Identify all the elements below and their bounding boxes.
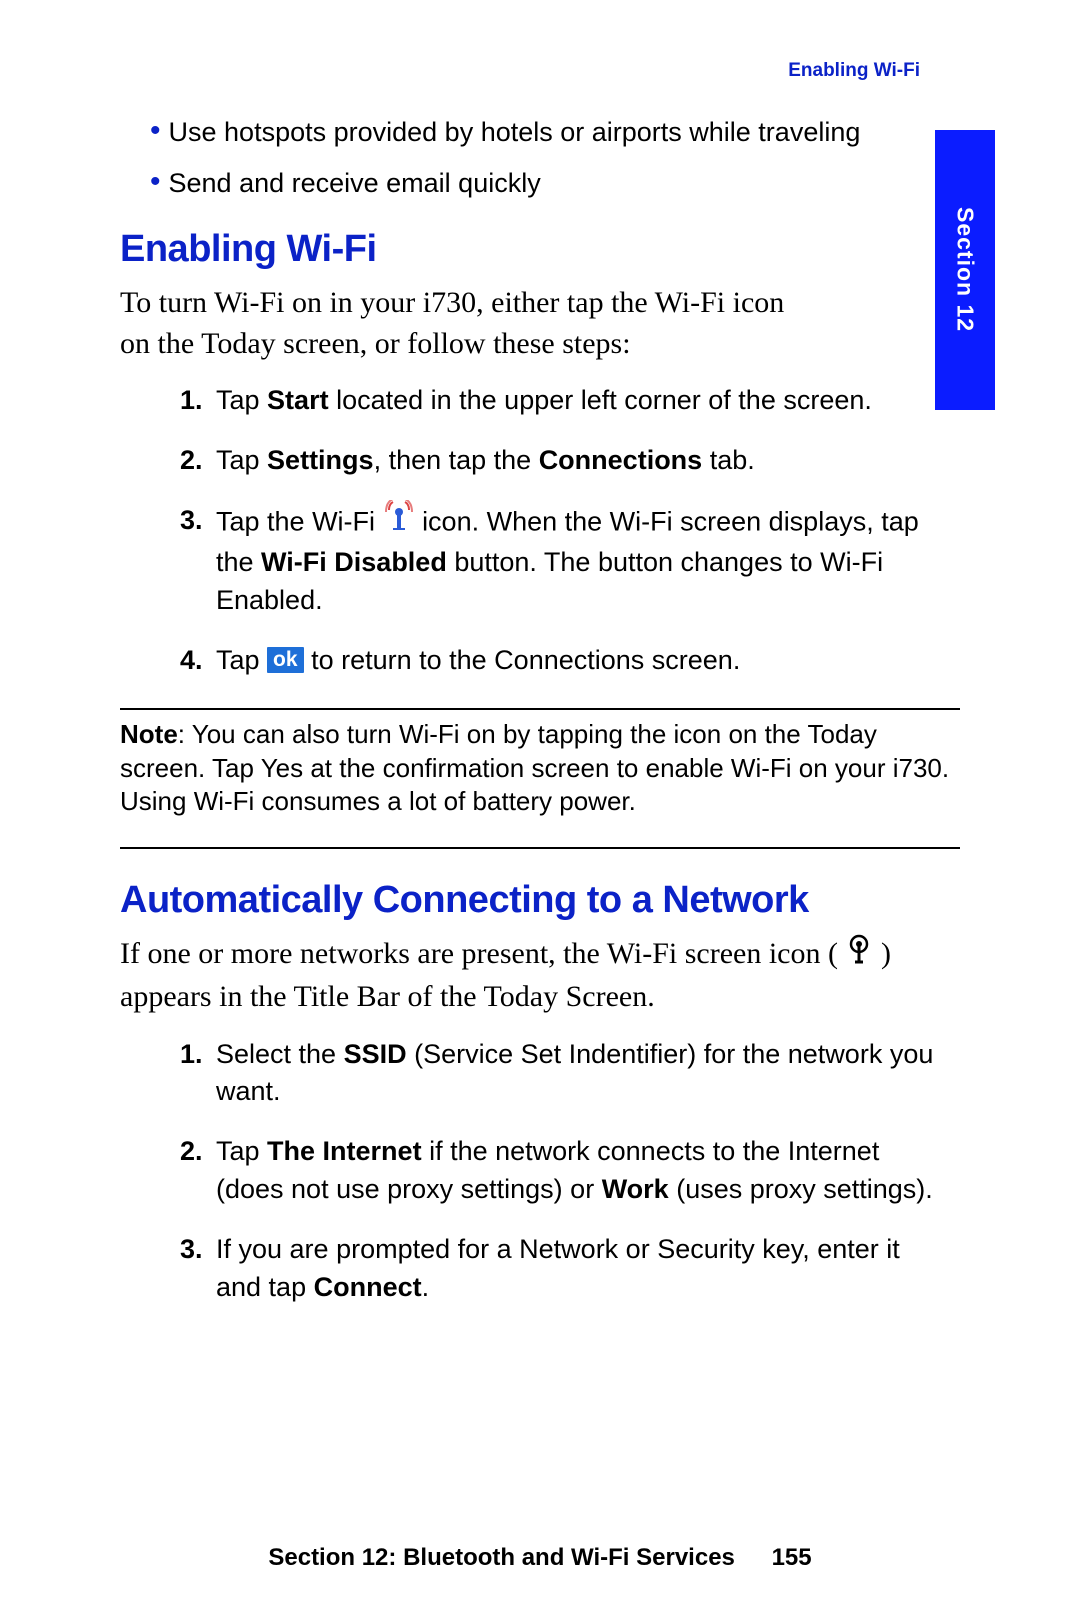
text: Tap xyxy=(216,645,267,675)
bullet-text: Use hotspots provided by hotels or airpo… xyxy=(169,112,861,153)
step-1: Select the SSID (Service Set Indentifier… xyxy=(180,1036,950,1112)
bold-text: Wi-Fi Disabled xyxy=(261,547,447,577)
bullet-icon: • xyxy=(150,116,161,146)
steps-auto-connect: Select the SSID (Service Set Indentifier… xyxy=(180,1036,960,1307)
step-3: Tap the Wi-Fi icon. When the Wi-Fi scree… xyxy=(180,502,950,620)
text: Tap the Wi-Fi xyxy=(216,506,383,536)
text: Tap xyxy=(216,385,267,415)
text: Tap xyxy=(216,1136,267,1166)
text: Tap xyxy=(216,445,267,475)
ok-badge-icon: ok xyxy=(267,647,304,673)
wifi-antenna-icon xyxy=(383,500,415,543)
intro-paragraph-2: If one or more networks are present, the… xyxy=(120,934,960,1017)
bold-text: Connect xyxy=(314,1272,422,1302)
section-tab: Section 12 xyxy=(935,130,995,410)
text: Select the xyxy=(216,1039,344,1069)
step-2: Tap Settings, then tap the Connections t… xyxy=(180,442,950,480)
bullet-text: Send and receive email quickly xyxy=(169,163,541,204)
text: , then tap the xyxy=(374,445,539,475)
step-2: Tap The Internet if the network connects… xyxy=(180,1133,950,1209)
running-header: Enabling Wi-Fi xyxy=(120,60,960,82)
list-item: • Use hotspots provided by hotels or air… xyxy=(150,112,960,153)
intro-paragraph-1: To turn Wi-Fi on in your i730, either ta… xyxy=(120,283,960,364)
intro-bullets: • Use hotspots provided by hotels or air… xyxy=(150,112,960,203)
bullet-icon: • xyxy=(150,167,161,197)
footer-section-title: Section 12: Bluetooth and Wi-Fi Services xyxy=(268,1544,735,1571)
note-block: Note: You can also turn Wi-Fi on by tapp… xyxy=(120,718,960,819)
list-item: • Send and receive email quickly xyxy=(150,163,960,204)
page-footer: Section 12: Bluetooth and Wi-Fi Services… xyxy=(0,1544,1080,1572)
bold-text: SSID xyxy=(344,1039,407,1069)
bold-text: Work xyxy=(602,1174,669,1204)
bold-text: Settings xyxy=(267,445,374,475)
step-3: If you are prompted for a Network or Sec… xyxy=(180,1231,950,1307)
text: tab. xyxy=(702,445,755,475)
wifi-screen-icon xyxy=(845,934,873,976)
step-1: Tap Start located in the upper left corn… xyxy=(180,382,950,420)
bold-text: Start xyxy=(267,385,329,415)
text: If one or more networks are present, the… xyxy=(120,937,845,970)
note-body: : You can also turn Wi-Fi on by tapping … xyxy=(120,719,949,817)
text: to return to the Connections screen. xyxy=(311,645,740,675)
bold-text: The Internet xyxy=(267,1136,422,1166)
text: (uses proxy settings). xyxy=(669,1174,933,1204)
text: . xyxy=(422,1272,430,1302)
page-content: Enabling Wi-Fi Section 12 • Use hotspots… xyxy=(0,0,1080,1622)
divider xyxy=(120,708,960,710)
note-label: Note xyxy=(120,719,178,749)
heading-auto-connect: Automatically Connecting to a Network xyxy=(120,879,960,922)
page-number: 155 xyxy=(772,1544,812,1571)
step-4: Tap ok to return to the Connections scre… xyxy=(180,642,950,680)
steps-enabling: Tap Start located in the upper left corn… xyxy=(180,382,960,680)
heading-enabling-wifi: Enabling Wi-Fi xyxy=(120,228,960,271)
divider xyxy=(120,847,960,849)
bold-text: Connections xyxy=(539,445,703,475)
text: located in the upper left corner of the … xyxy=(329,385,872,415)
